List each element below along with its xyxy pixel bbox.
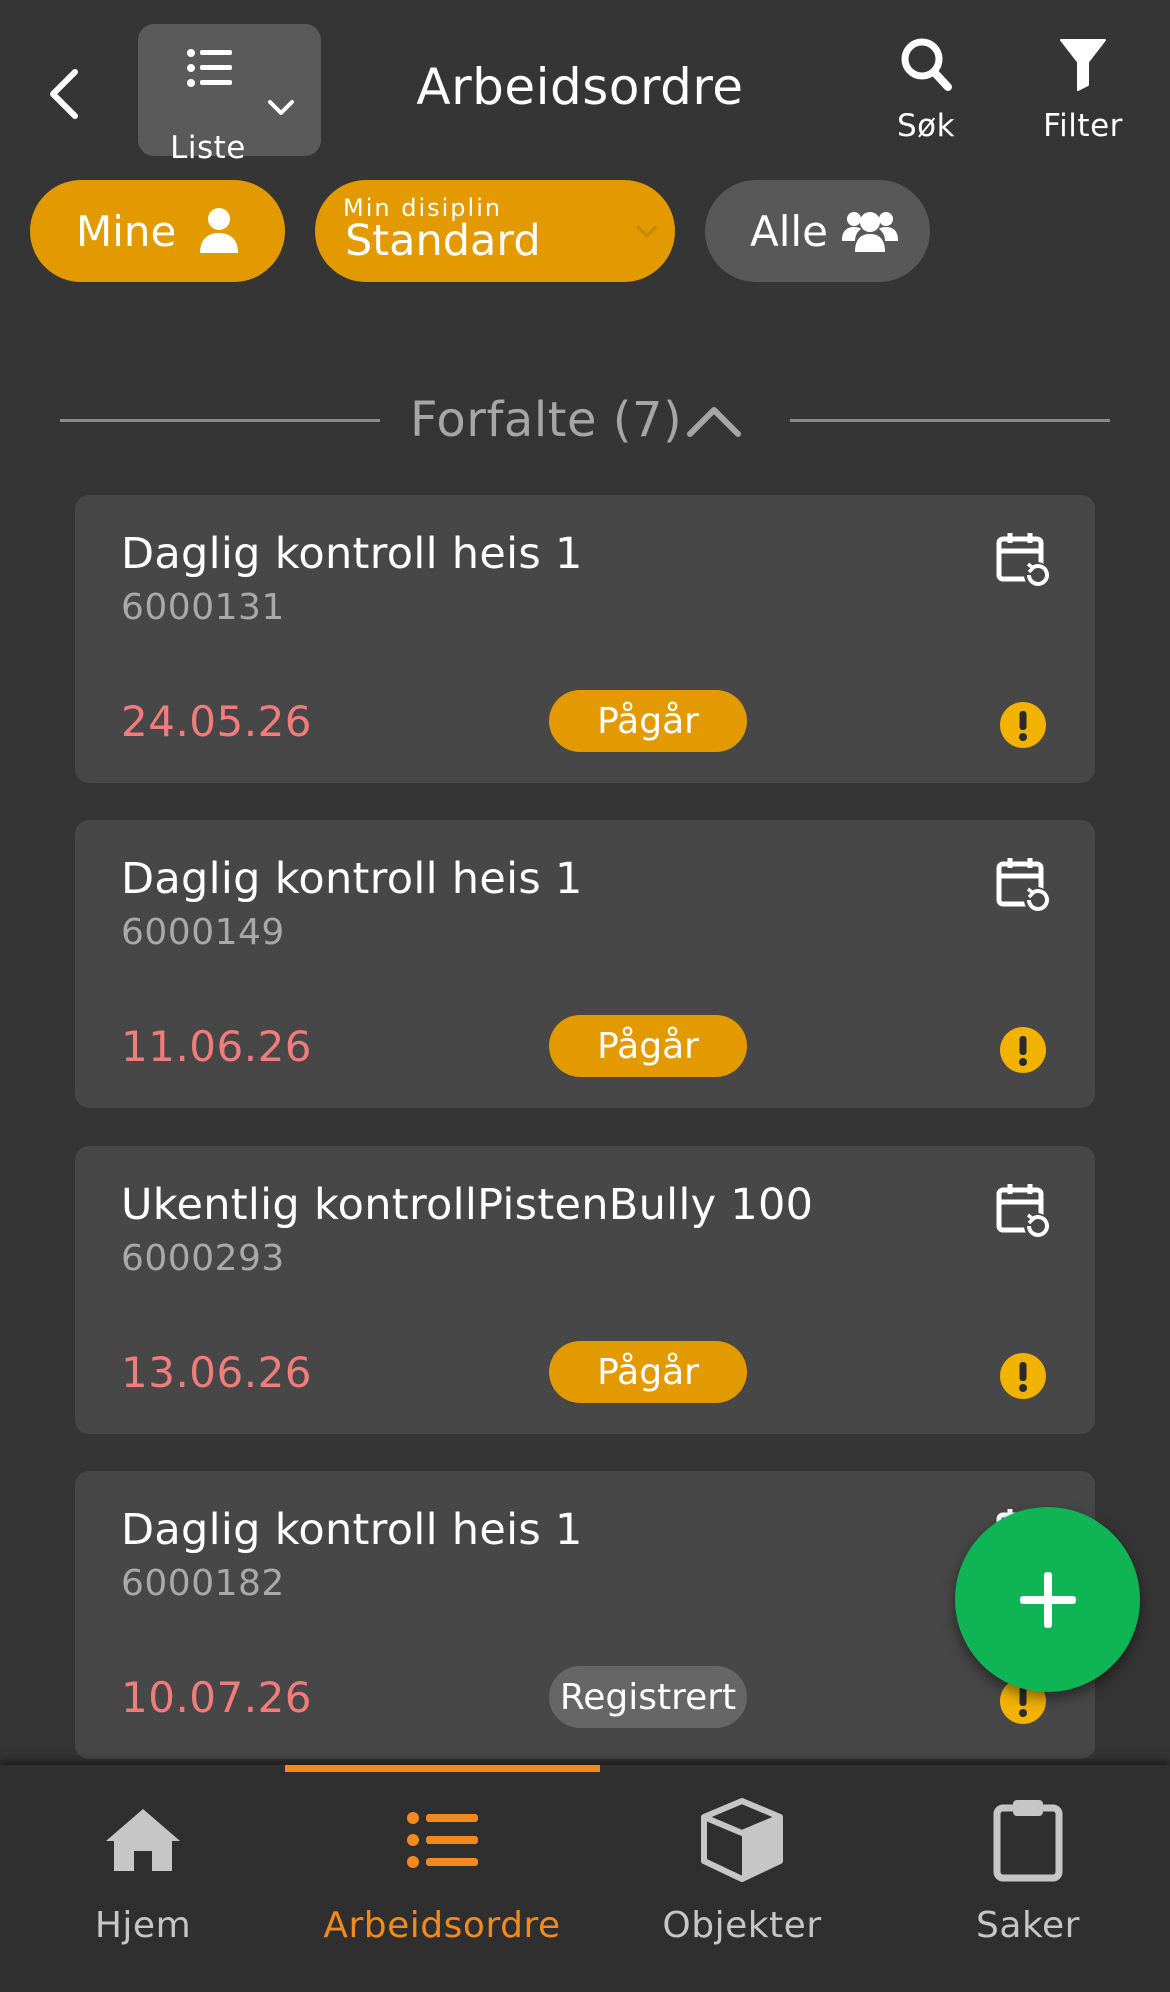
- work-order-card[interactable]: Daglig kontroll heis 1 6000149 11.06.26 …: [75, 820, 1095, 1108]
- overdue-section-title: Forfalte (7): [410, 392, 683, 448]
- list-icon: [187, 49, 232, 87]
- funnel-icon: [1060, 39, 1106, 91]
- clipboard-icon: [993, 1800, 1063, 1882]
- all-filter-label: Alle: [750, 206, 828, 256]
- nav-label-cases: Saker: [976, 1905, 1080, 1946]
- list-icon: [407, 1812, 478, 1868]
- status-badge: Pågår: [549, 1015, 747, 1077]
- chevron-up-icon[interactable]: [686, 404, 742, 438]
- home-icon: [106, 1809, 180, 1871]
- mine-filter-label: Mine: [76, 206, 177, 256]
- filter-button[interactable]: Filter: [1023, 34, 1143, 144]
- users-icon: [841, 212, 898, 252]
- nav-label-home: Hjem: [94, 1905, 192, 1946]
- work-order-title: Ukentlig kontrollPistenBully 100: [121, 1180, 814, 1230]
- work-order-card[interactable]: Daglig kontroll heis 1 6000131 24.05.26 …: [75, 495, 1095, 783]
- discipline-value: Standard: [345, 216, 541, 266]
- exclamation-circle-icon: [1000, 1353, 1046, 1399]
- work-order-title: Daglig kontroll heis 1: [121, 854, 583, 904]
- cube-icon: [701, 1798, 783, 1882]
- chevron-left-icon: [50, 69, 78, 119]
- nav-item-home[interactable]: Hjem: [3, 1795, 283, 1946]
- discipline-select[interactable]: Min disiplin Standard: [315, 180, 675, 282]
- work-order-number: 6000293: [121, 1238, 285, 1279]
- search-button[interactable]: Søk: [866, 34, 986, 144]
- search-label: Søk: [896, 108, 956, 144]
- app-header: Liste Arbeidsordre Søk Filter: [0, 0, 1170, 170]
- nav-item-cases[interactable]: Saker: [888, 1795, 1168, 1946]
- work-order-card[interactable]: Ukentlig kontrollPistenBully 100 6000293…: [75, 1146, 1095, 1434]
- nav-label-work-orders: Arbeidsordre: [323, 1905, 561, 1946]
- status-badge: Pågår: [549, 690, 747, 752]
- work-order-due-date: 11.06.26: [121, 1022, 313, 1071]
- section-divider-right: [790, 419, 1110, 422]
- work-order-title: Daglig kontroll heis 1: [121, 529, 583, 579]
- work-order-number: 6000182: [121, 1563, 285, 1604]
- work-order-card[interactable]: Daglig kontroll heis 1 6000182 10.07.26 …: [75, 1471, 1095, 1759]
- plus-icon: [1019, 1571, 1076, 1628]
- add-work-order-button[interactable]: [955, 1507, 1140, 1692]
- back-button[interactable]: [40, 62, 88, 126]
- exclamation-circle-icon: [1000, 702, 1046, 748]
- chevron-down-icon: [636, 225, 658, 238]
- nav-item-work-orders[interactable]: Arbeidsordre: [302, 1795, 582, 1946]
- search-icon: [901, 38, 952, 91]
- calendar-recurring-icon: [996, 858, 1050, 913]
- all-filter-chip[interactable]: Alle: [705, 180, 930, 282]
- mine-filter-chip[interactable]: Mine: [30, 180, 285, 282]
- work-order-number: 6000149: [121, 912, 285, 953]
- chevron-down-icon: [268, 100, 294, 115]
- user-icon: [200, 208, 239, 253]
- work-order-due-date: 10.07.26: [121, 1673, 313, 1722]
- nav-item-objects[interactable]: Objekter: [602, 1795, 882, 1946]
- work-order-title: Daglig kontroll heis 1: [121, 1505, 583, 1555]
- filter-label: Filter: [1043, 108, 1123, 144]
- work-order-due-date: 13.06.26: [121, 1348, 313, 1397]
- exclamation-circle-icon: [1000, 1027, 1046, 1073]
- calendar-recurring-icon: [996, 533, 1050, 588]
- section-divider-left: [60, 419, 380, 422]
- work-order-number: 6000131: [121, 587, 285, 628]
- calendar-recurring-icon: [996, 1184, 1050, 1239]
- nav-label-objects: Objekter: [662, 1905, 822, 1946]
- view-mode-toggle[interactable]: Liste: [138, 24, 321, 166]
- view-mode-label: Liste: [170, 130, 246, 166]
- work-order-due-date: 24.05.26: [121, 697, 313, 746]
- status-badge: Pågår: [549, 1341, 747, 1403]
- bottom-navigation: Hjem Arbeidsordre Objekter Saker: [0, 1765, 1170, 1992]
- page-title: Arbeidsordre: [416, 58, 744, 116]
- active-tab-indicator: [285, 1765, 600, 1772]
- status-badge: Registrert: [549, 1666, 747, 1728]
